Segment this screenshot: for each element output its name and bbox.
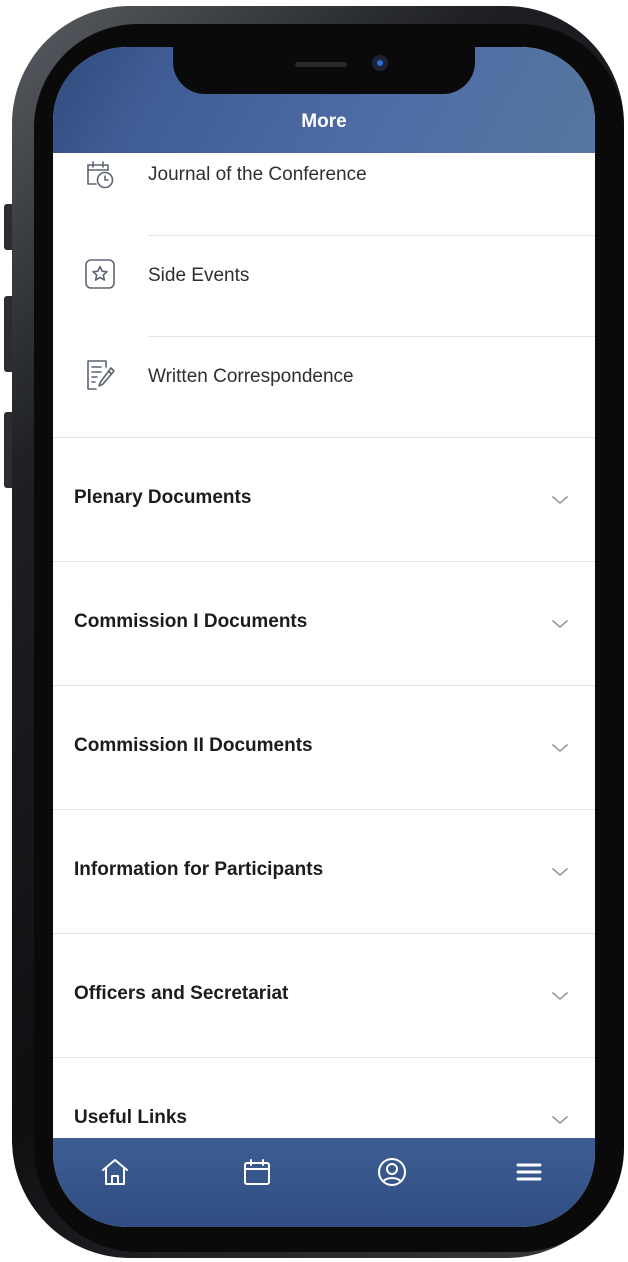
chevron-down-icon	[551, 618, 569, 630]
more-menu-list: Journal of the Conference Side Events Wr…	[53, 153, 595, 1138]
chevron-down-icon	[551, 742, 569, 754]
chevron-down-icon	[551, 866, 569, 878]
speaker	[295, 62, 347, 67]
divider	[148, 235, 595, 236]
section-label: Commission I Documents	[74, 611, 308, 632]
header-bar: More	[53, 47, 595, 153]
phone-screen: More Journal of the Conference Side Even…	[53, 47, 595, 1227]
front-camera	[372, 55, 388, 71]
calendar-clock-icon	[83, 156, 117, 190]
menu-item-label: Written Correspondence	[148, 366, 354, 387]
page-title: More	[301, 111, 347, 132]
section-useful-links[interactable]: Useful Links	[53, 1058, 595, 1138]
section-label: Commission II Documents	[74, 735, 313, 756]
chevron-down-icon	[551, 494, 569, 506]
divider	[148, 336, 595, 337]
notch	[173, 47, 475, 94]
chevron-down-icon	[551, 1114, 569, 1126]
menu-item-label: Side Events	[148, 265, 250, 286]
calendar-icon[interactable]	[240, 1155, 274, 1189]
menu-item-journal[interactable]: Journal of the Conference	[53, 153, 595, 243]
section-officers-and-secretariat[interactable]: Officers and Secretariat	[53, 934, 595, 1057]
star-box-icon	[83, 257, 117, 291]
section-label: Officers and Secretariat	[74, 983, 289, 1004]
menu-item-side-events[interactable]: Side Events	[53, 243, 595, 344]
menu-item-written-correspondence[interactable]: Written Correspondence	[53, 344, 595, 445]
section-label: Useful Links	[74, 1107, 187, 1128]
menu-icon[interactable]	[512, 1155, 546, 1189]
menu-item-label: Journal of the Conference	[148, 164, 367, 185]
section-commission-i-documents[interactable]: Commission I Documents	[53, 562, 595, 685]
section-commission-ii-documents[interactable]: Commission II Documents	[53, 686, 595, 809]
home-icon[interactable]	[98, 1155, 132, 1189]
chevron-down-icon	[551, 990, 569, 1002]
section-plenary-documents[interactable]: Plenary Documents	[53, 438, 595, 561]
section-information-for-participants[interactable]: Information for Participants	[53, 810, 595, 933]
section-label: Information for Participants	[74, 859, 324, 880]
section-label: Plenary Documents	[74, 487, 252, 508]
bottom-tab-bar	[53, 1138, 595, 1227]
profile-icon[interactable]	[375, 1155, 409, 1189]
document-pen-icon	[83, 358, 117, 392]
